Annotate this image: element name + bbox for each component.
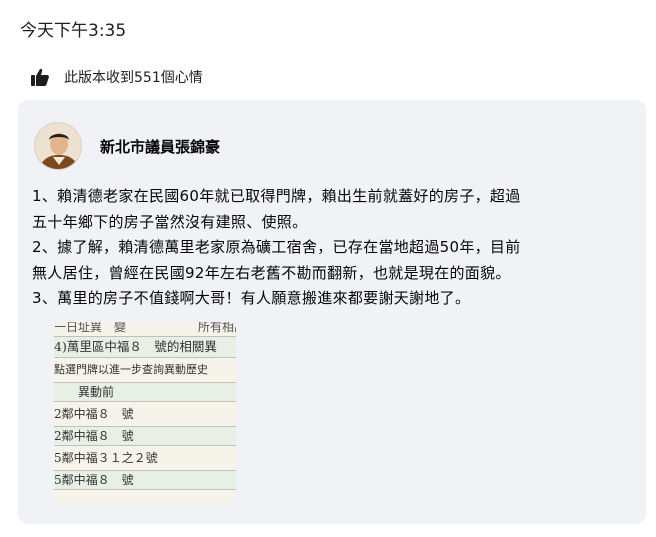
post-timestamp[interactable]: 今天下午3:35 [20,16,126,41]
thumbs-up-icon [30,66,52,88]
author-name[interactable]: 新北市議員張錦豪 [100,136,220,157]
doc-row: 5鄰中福８ 號 [54,470,236,490]
doc-row: 4)萬里區中福８ 號的相關異 [54,336,236,358]
author-avatar[interactable] [34,122,82,170]
doc-row: 點選門牌以進一步查詢異動歷史 [54,363,208,376]
shared-post-card[interactable]: 新北市議員張錦豪 1、賴清德老家在民國60年就已取得門牌，賴出生前就蓋好的房子，… [18,100,646,524]
doc-row: 2鄰中福８ 號 [54,426,236,446]
post-line: 2、據了解，賴清德萬里老家原為礦工宿舍，已存在當地超過50年，目前 [32,238,521,256]
doc-row: 一日址異 變 所有相關異 [54,322,236,334]
author-row: 新北市議員張錦豪 [34,122,220,170]
doc-row: 異動前 [54,382,236,402]
post-line: 3、萬里的房子不值錢啊大哥！有人願意搬進來都要謝天謝地了。 [32,289,471,307]
post-image-document[interactable]: 一日址異 變 所有相關異 4)萬里區中福８ 號的相關異 點選門牌以進一步查詢異動… [54,322,236,504]
doc-row: 5鄰中福３１之２號 [54,451,158,465]
post-line: 五十年鄉下的房子當然沒有建照、使照。 [32,212,308,231]
reactions-summary[interactable]: 此版本收到551個心情 [30,66,203,88]
doc-row: 2鄰中福８ 號 [54,407,134,421]
reactions-count-label: 此版本收到551個心情 [64,70,203,86]
post-line: 1、賴清德老家在民國60年就已取得門牌，賴出生前就蓋好的房子，超過 [32,187,521,205]
post-body: 1、賴清德老家在民國60年就已取得門牌，賴出生前就蓋好的房子，超過 五十年鄉下的… [32,184,638,312]
post-line: 無人居住，曾經在民國92年左右老舊不勘而翻新，也就是現在的面貌。 [32,263,511,282]
